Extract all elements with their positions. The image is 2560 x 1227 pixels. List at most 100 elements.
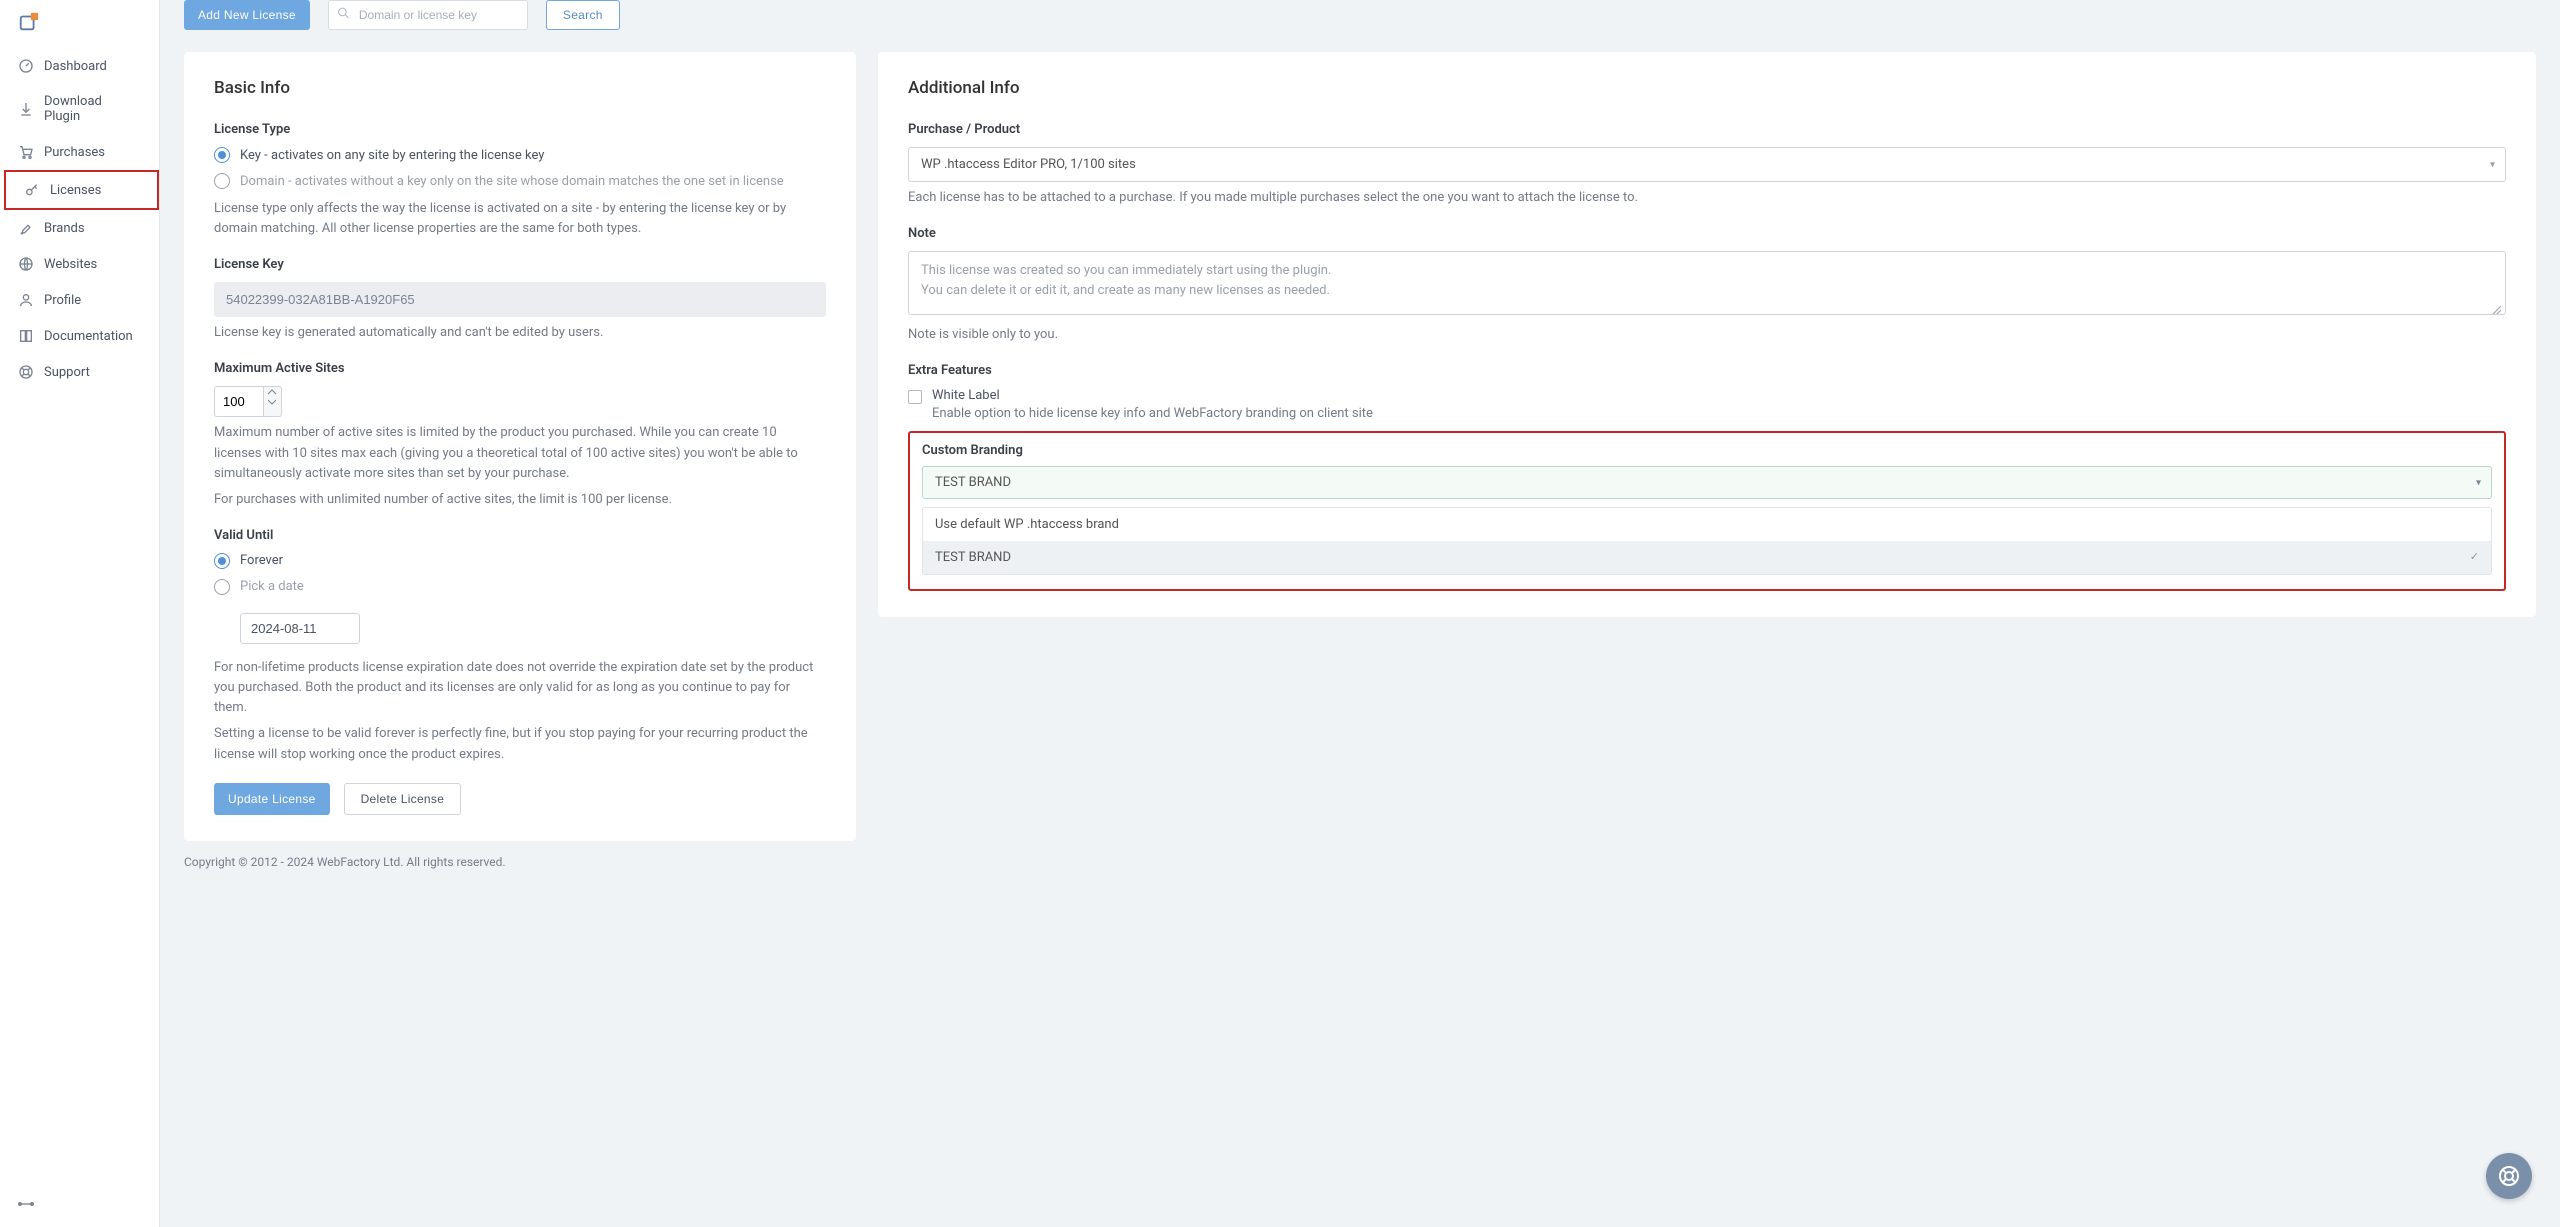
valid-until-label: Valid Until	[214, 528, 826, 543]
branding-dropdown: Use default WP .htaccess brand TEST BRAN…	[922, 507, 2492, 575]
sidebar-item-label: Support	[44, 365, 90, 380]
sidebar-item-label: Websites	[44, 257, 97, 272]
radio-domain-label: Domain - activates without a key only on…	[240, 174, 784, 189]
max-help-1: Maximum number of active sites is limite…	[214, 423, 826, 483]
sidebar-item-documentation[interactable]: Documentation	[0, 318, 159, 354]
custom-branding-label: Custom Branding	[922, 443, 2492, 458]
logo-icon	[18, 11, 40, 33]
stepper-buttons[interactable]	[264, 386, 282, 417]
custom-branding-highlight: Custom Branding TEST BRAND ▾ Use default…	[908, 431, 2506, 591]
footer: Copyright © 2012 - 2024 WebFactory Ltd. …	[184, 855, 2536, 869]
date-input[interactable]	[240, 613, 360, 644]
sidebar-item-label: Licenses	[50, 183, 101, 198]
search-input[interactable]	[328, 0, 528, 30]
radio-icon	[214, 553, 230, 569]
sidebar-item-download[interactable]: Download Plugin	[0, 84, 159, 134]
branding-select[interactable]: TEST BRAND ▾	[922, 466, 2492, 499]
dd-item-default[interactable]: Use default WP .htaccess brand	[923, 508, 2491, 541]
radio-key-label: Key - activates on any site by entering …	[240, 148, 544, 163]
add-license-button[interactable]: Add New License	[184, 0, 310, 30]
license-type-help: License type only affects the way the li…	[214, 199, 826, 239]
sidebar-item-label: Brands	[44, 221, 85, 236]
additional-info-panel: Additional Info Purchase / Product WP .h…	[878, 52, 2536, 617]
white-label-checkbox[interactable]: White Label Enable option to hide licens…	[908, 388, 2506, 421]
license-type-label: License Type	[214, 122, 826, 137]
purchase-value: WP .htaccess Editor PRO, 1/100 sites	[921, 157, 1136, 172]
sidebar-item-label: Purchases	[44, 145, 105, 160]
sidebar-item-brands[interactable]: Brands	[0, 210, 159, 246]
dd-item-test-brand[interactable]: TEST BRAND ✓	[923, 541, 2491, 574]
collapse-icon[interactable]	[18, 1198, 34, 1213]
user-icon	[18, 292, 34, 308]
white-label-help: Enable option to hide license key info a…	[932, 406, 1373, 421]
main: Add New License Search Basic Info Licens…	[160, 0, 2560, 1227]
help-bubble-button[interactable]	[2486, 1153, 2532, 1199]
sidebar-item-websites[interactable]: Websites	[0, 246, 159, 282]
sidebar-item-profile[interactable]: Profile	[0, 282, 159, 318]
radio-domain[interactable]: Domain - activates without a key only on…	[214, 173, 826, 189]
chevron-down-icon: ▾	[2476, 477, 2481, 488]
basic-info-title: Basic Info	[214, 78, 826, 98]
sidebar-item-label: Dashboard	[44, 59, 107, 74]
branding-value: TEST BRAND	[935, 475, 1011, 490]
purchase-select[interactable]: WP .htaccess Editor PRO, 1/100 sites ▾	[908, 147, 2506, 182]
sidebar-item-purchases[interactable]: Purchases	[0, 134, 159, 170]
license-key-help: License key is generated automatically a…	[214, 323, 826, 343]
radio-pick-label: Pick a date	[240, 579, 304, 594]
key-icon	[24, 182, 40, 198]
radio-key[interactable]: Key - activates on any site by entering …	[214, 147, 826, 163]
max-sites-stepper[interactable]	[214, 386, 826, 417]
max-sites-label: Maximum Active Sites	[214, 361, 826, 376]
nav: Dashboard Download Plugin Purchases Lice…	[0, 48, 159, 390]
check-icon: ✓	[2470, 550, 2479, 565]
search-wrap	[328, 0, 528, 30]
valid-help-1: For non-lifetime products license expira…	[214, 658, 826, 718]
download-icon	[18, 101, 34, 117]
brush-icon	[18, 220, 34, 236]
basic-info-panel: Basic Info License Type Key - activates …	[184, 52, 856, 841]
additional-info-title: Additional Info	[908, 78, 2506, 98]
white-label-text: White Label	[932, 388, 1373, 403]
radio-icon	[214, 579, 230, 595]
dd-item-label: Use default WP .htaccess brand	[935, 517, 1119, 532]
radio-icon	[214, 147, 230, 163]
sidebar-item-licenses[interactable]: Licenses	[4, 170, 159, 210]
delete-license-button[interactable]: Delete License	[344, 783, 462, 815]
max-help-2: For purchases with unlimited number of a…	[214, 490, 826, 510]
lifebuoy-icon	[18, 364, 34, 380]
note-label: Note	[908, 226, 2506, 241]
book-icon	[18, 328, 34, 344]
sidebar: Dashboard Download Plugin Purchases Lice…	[0, 0, 160, 1227]
logo	[0, 0, 159, 44]
cart-icon	[18, 144, 34, 160]
radio-forever[interactable]: Forever	[214, 553, 826, 569]
purchase-label: Purchase / Product	[908, 122, 2506, 137]
lifebuoy-icon	[2497, 1164, 2521, 1188]
dd-item-label: TEST BRAND	[935, 550, 1011, 565]
update-license-button[interactable]: Update License	[214, 783, 330, 815]
sidebar-item-label: Documentation	[44, 329, 133, 344]
note-textarea[interactable]	[908, 251, 2506, 315]
license-key-label: License Key	[214, 257, 826, 272]
sidebar-item-label: Profile	[44, 293, 81, 308]
note-help: Note is visible only to you.	[908, 325, 2506, 345]
gauge-icon	[18, 58, 34, 74]
purchase-help: Each license has to be attached to a pur…	[908, 188, 2506, 208]
chevron-down-icon: ▾	[2490, 159, 2495, 170]
license-key-value	[214, 282, 826, 317]
valid-help-2: Setting a license to be valid forever is…	[214, 724, 826, 764]
resize-icon[interactable]	[2490, 303, 2502, 315]
sidebar-item-label: Download Plugin	[44, 94, 141, 124]
radio-icon	[214, 173, 230, 189]
footer-text: Copyright © 2012 - 2024 WebFactory Ltd. …	[184, 855, 506, 869]
checkbox-icon	[908, 390, 922, 404]
globe-icon	[18, 256, 34, 272]
toolbar: Add New License Search	[160, 0, 2560, 30]
radio-forever-label: Forever	[240, 553, 283, 568]
extra-features-label: Extra Features	[908, 363, 2506, 378]
sidebar-item-support[interactable]: Support	[0, 354, 159, 390]
radio-pick-date[interactable]: Pick a date	[214, 579, 826, 595]
max-sites-input[interactable]	[214, 386, 264, 417]
search-button[interactable]: Search	[546, 0, 620, 30]
sidebar-item-dashboard[interactable]: Dashboard	[0, 48, 159, 84]
